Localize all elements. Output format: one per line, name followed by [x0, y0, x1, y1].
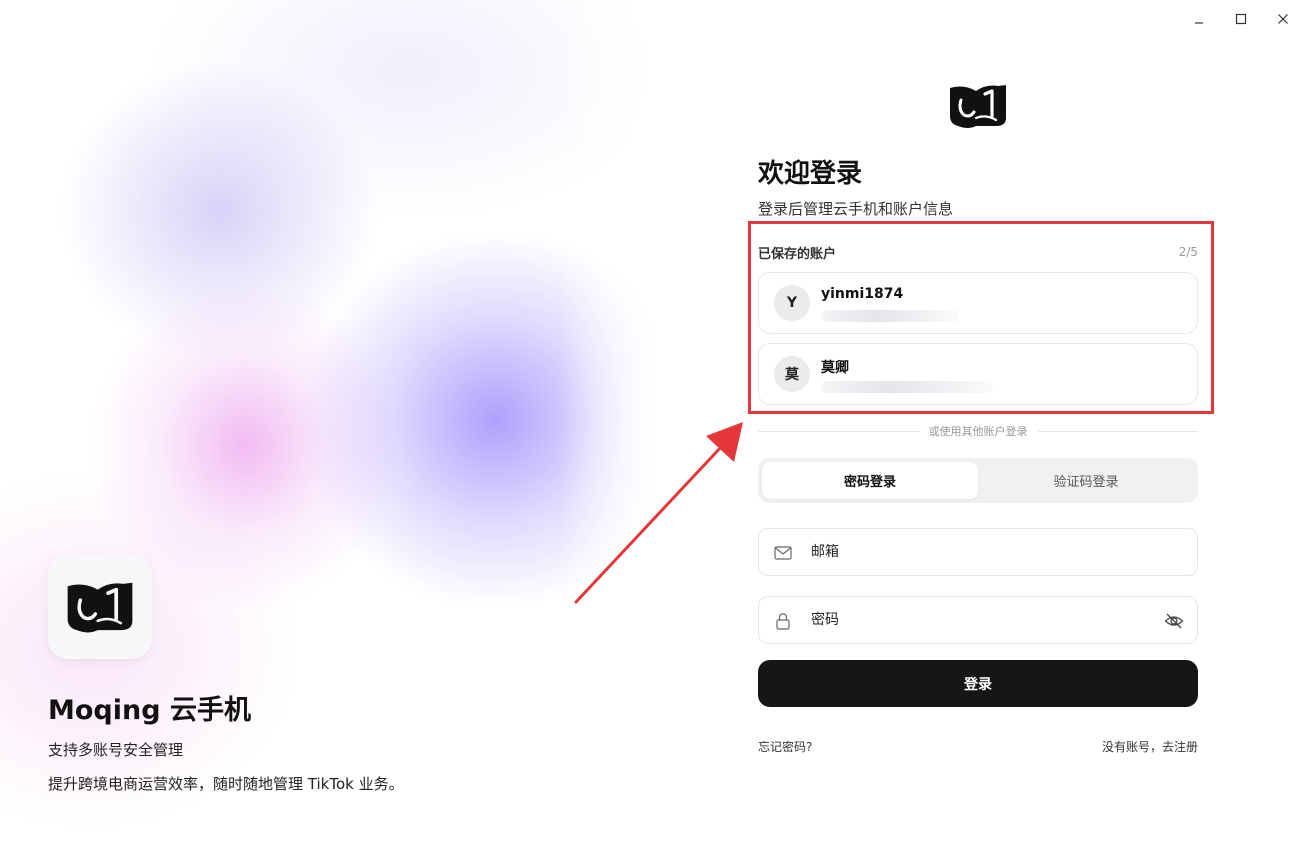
register-link[interactable]: 没有账号，去注册	[1102, 738, 1198, 755]
login-subtitle: 登录后管理云手机和账户信息	[758, 200, 954, 218]
minimize-icon	[1195, 22, 1203, 24]
mail-icon	[773, 543, 793, 563]
hero-panel: Moqing 云手机 支持多账号安全管理 提升跨境电商运营效率，随时随地管理 T…	[0, 0, 652, 851]
hero-title: Moqing 云手机	[48, 695, 251, 726]
divider-text: 或使用其他账户登录	[928, 425, 1028, 438]
login-method-tabs: 密码登录 验证码登录	[758, 458, 1198, 503]
password-field-container	[758, 596, 1198, 644]
hero-description: 提升跨境电商运营效率，随时随地管理 TikTok 业务。	[48, 775, 404, 793]
eye-off-icon[interactable]	[1163, 610, 1185, 632]
maximize-button[interactable]	[1220, 6, 1262, 32]
minimize-button[interactable]	[1178, 6, 1220, 32]
login-title: 欢迎登录	[758, 159, 863, 189]
brand-logo	[946, 82, 1010, 130]
tab-password-login[interactable]: 密码登录	[762, 462, 978, 499]
annotation-arrow	[574, 422, 743, 604]
forgot-password-link[interactable]: 忘记密码?	[758, 738, 812, 755]
email-input[interactable]	[811, 537, 1151, 567]
annotation-highlight-box	[748, 221, 1214, 414]
hero-subtitle: 支持多账号安全管理	[48, 741, 184, 759]
app-icon	[48, 555, 152, 659]
tab-code-login[interactable]: 验证码登录	[978, 462, 1194, 499]
lock-icon	[773, 611, 793, 631]
email-field-container	[758, 528, 1198, 576]
maximize-icon	[1235, 13, 1247, 25]
password-input[interactable]	[811, 605, 1151, 635]
close-button[interactable]	[1262, 6, 1304, 32]
close-icon	[1278, 14, 1288, 24]
divider-line	[758, 430, 919, 432]
moqing-logo-icon	[67, 582, 133, 633]
other-login-divider: 或使用其他账户登录	[758, 423, 1198, 439]
login-button[interactable]: 登录	[758, 660, 1198, 707]
divider-line	[1037, 430, 1198, 432]
window-controls	[1178, 6, 1304, 32]
moqing-logo-icon	[950, 85, 1006, 128]
